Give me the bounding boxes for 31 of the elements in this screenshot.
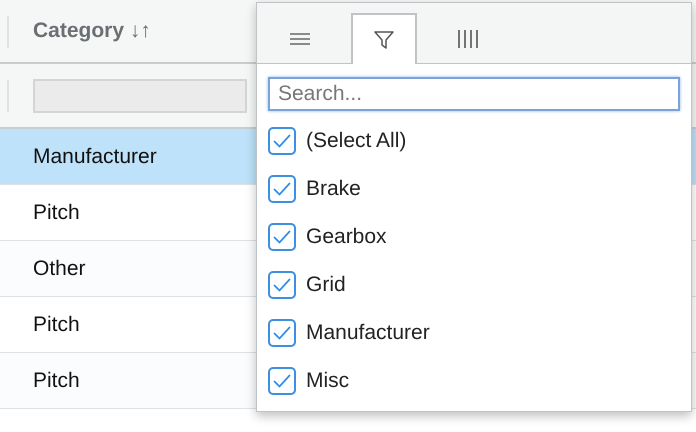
option-label: Grid: [306, 273, 346, 297]
floating-filter-field[interactable]: [33, 78, 247, 112]
checkbox[interactable]: [268, 175, 296, 203]
filter-tab[interactable]: [351, 13, 417, 64]
option-label: (Select All): [306, 129, 406, 153]
table-cell: Pitch: [33, 312, 80, 336]
option-label: Gearbox: [306, 225, 387, 249]
search-field[interactable]: Search...: [268, 77, 680, 111]
sort-icon[interactable]: ↓↑: [124, 19, 151, 42]
table-cell: Pitch: [33, 368, 80, 392]
checkmark-icon: [272, 133, 292, 149]
columns-icon: [457, 29, 479, 49]
checkbox[interactable]: [268, 271, 296, 299]
table-cell: Other: [33, 256, 86, 280]
checkmark-icon: [272, 229, 292, 245]
header-label: Category: [33, 19, 124, 42]
checkbox[interactable]: [268, 127, 296, 155]
checkmark-icon: [272, 373, 292, 389]
checkmark-icon: [272, 277, 292, 293]
option-label: Brake: [306, 177, 361, 201]
checkmark-icon: [272, 181, 292, 197]
option-label: Manufacturer: [306, 321, 430, 345]
table-cell: Pitch: [33, 200, 80, 224]
checkbox[interactable]: [268, 319, 296, 347]
filter-icon: [373, 30, 395, 50]
checkbox[interactable]: [268, 223, 296, 251]
checkmark-icon: [272, 325, 292, 341]
menu-icon: [289, 31, 311, 47]
table-cell: Manufacturer: [33, 144, 157, 168]
checkbox[interactable]: [268, 367, 296, 395]
option-label: Misc: [306, 369, 350, 393]
